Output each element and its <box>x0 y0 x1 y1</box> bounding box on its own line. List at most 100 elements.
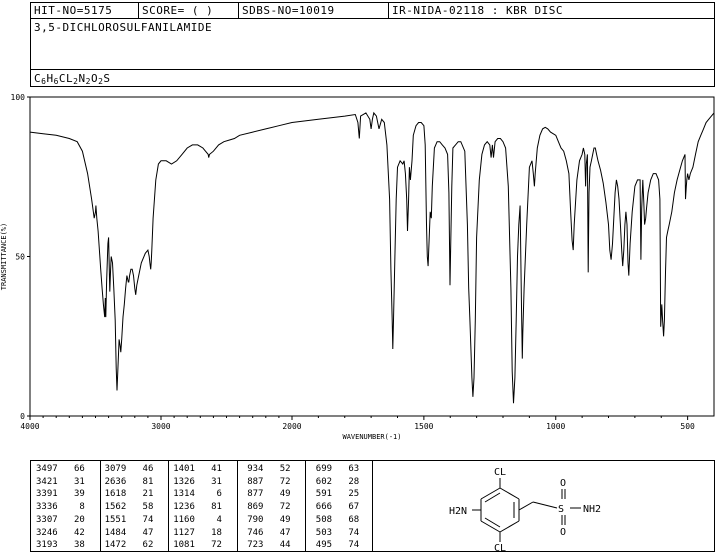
peak-row: 1618 21 <box>105 488 154 501</box>
peak-column-divider <box>99 461 101 551</box>
peak-row: 790 49 <box>241 514 291 527</box>
molecular-formula: C6H6CL2N2O2S <box>34 72 111 86</box>
x-tick-label: 3000 <box>151 422 170 431</box>
peak-row: 591 25 <box>310 488 359 501</box>
peak-wavenumber: 503 <box>310 527 333 538</box>
y-tick-label: 100 <box>11 93 26 102</box>
peak-column: 934 52 887 72 877 49 869 72 790 49 746 4… <box>241 463 291 552</box>
y-tick-label: 0 <box>20 412 25 421</box>
x-tick-label: 2000 <box>282 422 301 431</box>
peak-row: 1160 4 <box>173 514 222 527</box>
peak-transmittance: 74 <box>332 540 360 551</box>
peak-wavenumber: 3421 <box>36 476 58 487</box>
peak-row: 666 67 <box>310 501 359 514</box>
peak-wavenumber: 495 <box>310 540 333 551</box>
peak-wavenumber: 1236 <box>173 502 195 513</box>
peak-wavenumber: 3246 <box>36 527 58 538</box>
peak-wavenumber: 877 <box>241 489 264 500</box>
peak-transmittance: 52 <box>263 464 291 474</box>
peak-transmittance: 8 <box>57 502 85 513</box>
peak-wavenumber: 1081 <box>173 540 195 551</box>
peak-row: 869 72 <box>241 501 291 514</box>
peak-wavenumber: 1401 <box>173 464 195 474</box>
peak-transmittance: 44 <box>263 540 291 551</box>
peak-wavenumber: 790 <box>241 514 264 525</box>
double-bond <box>484 492 501 503</box>
peak-wavenumber: 666 <box>310 502 333 513</box>
peak-transmittance: 62 <box>126 540 154 551</box>
x-tick-label: 500 <box>680 422 695 431</box>
peak-transmittance: 46 <box>126 464 154 474</box>
peak-wavenumber: 3307 <box>36 514 58 525</box>
peak-column-divider <box>236 461 238 551</box>
compound-name-box: 3,5-DICHLOROSULFANILAMIDE <box>30 18 715 70</box>
peak-transmittance: 66 <box>57 464 85 474</box>
peak-wavenumber: 508 <box>310 514 333 525</box>
peak-row: 503 74 <box>310 527 359 540</box>
peak-wavenumber: 1484 <box>104 527 127 538</box>
peak-row: 3079 46 <box>105 463 154 476</box>
peak-wavenumber: 1618 <box>104 489 127 500</box>
bond-s <box>518 501 534 511</box>
atom-cl-top: CL <box>494 467 506 478</box>
x-tick-label: 4000 <box>20 422 39 431</box>
chemical-structure-diagram: CL H2N S O O NH2 CL <box>449 467 601 554</box>
peak-transmittance: 31 <box>194 476 222 487</box>
peak-row: 723 44 <box>242 539 291 552</box>
formula-box: C6H6CL2N2O2S <box>30 69 715 87</box>
peak-wavenumber: 1562 <box>104 502 127 513</box>
peak-wavenumber: 3497 <box>36 464 58 474</box>
peak-row: 3391 39 <box>36 488 85 501</box>
peak-row: 877 49 <box>241 488 290 501</box>
peak-transmittance: 47 <box>126 527 154 538</box>
atom-nh2-right: NH2 <box>583 504 601 515</box>
peak-transmittance: 4 <box>194 514 222 525</box>
peak-transmittance: 38 <box>57 540 85 551</box>
peak-transmittance: 63 <box>332 464 360 474</box>
peak-wavenumber: 869 <box>241 502 264 513</box>
ring-bond <box>499 487 520 500</box>
score: SCORE= ( ) <box>139 3 239 18</box>
hit-number: HIT-NO=5175 <box>31 3 139 18</box>
peak-transmittance: 58 <box>126 502 154 513</box>
peak-wavenumber: 746 <box>241 527 264 538</box>
peak-transmittance: 72 <box>263 502 291 513</box>
peak-row: 699 63 <box>310 463 359 476</box>
peak-row: 887 72 <box>242 476 291 489</box>
peak-column-divider <box>305 461 307 551</box>
peak-row: 3246 42 <box>36 527 85 540</box>
peak-wavenumber: 1127 <box>173 527 195 538</box>
ir-info: IR-NIDA-02118 : KBR DISC <box>392 4 563 17</box>
peak-row: 1236 81 <box>173 501 222 514</box>
ir-spectrum-chart: 4000 3000 2000 1500 1000 500 0 50 100 WAVENUMBER(… <box>0 93 715 441</box>
peak-transmittance: 39 <box>57 489 85 500</box>
peak-transmittance: 72 <box>263 476 291 487</box>
peak-row: 1081 72 <box>173 539 222 552</box>
peak-row: 1127 18 <box>173 527 222 540</box>
peak-transmittance: 72 <box>194 540 222 551</box>
peak-transmittance: 6 <box>194 489 222 500</box>
peak-transmittance: 41 <box>194 464 222 474</box>
atom-o-bottom: O <box>560 527 566 538</box>
peak-wavenumber: 934 <box>241 464 264 474</box>
peak-transmittance: 18 <box>194 527 222 538</box>
atom-o-top: O <box>560 478 566 489</box>
peak-wavenumber: 3391 <box>36 489 58 500</box>
peak-wavenumber: 1326 <box>173 476 195 487</box>
peak-row: 1551 74 <box>105 514 154 527</box>
formula-element: O <box>90 72 99 85</box>
atom-nh2-left: H2N <box>449 506 467 517</box>
peak-transmittance: 49 <box>263 514 291 525</box>
x-axis-label: WAVENUMBER(-1) <box>342 433 401 441</box>
formula-element: S <box>103 72 111 85</box>
peak-transmittance: 28 <box>332 476 360 487</box>
peak-transmittance: 74 <box>126 514 154 525</box>
double-bond <box>484 517 501 528</box>
peak-transmittance: 81 <box>194 502 222 513</box>
formula-element: H <box>46 72 54 85</box>
ring-bond <box>480 487 501 500</box>
peak-wavenumber: 1551 <box>104 514 127 525</box>
peak-transmittance: 31 <box>57 476 85 487</box>
peak-row: 495 74 <box>310 539 359 552</box>
x-tick-label: 1500 <box>414 422 433 431</box>
